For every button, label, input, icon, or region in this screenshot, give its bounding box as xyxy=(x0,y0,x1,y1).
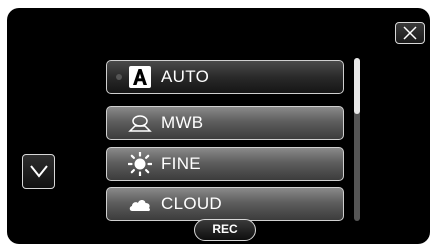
close-icon xyxy=(403,26,417,40)
scroll-thumb[interactable] xyxy=(354,58,360,114)
menu-item-auto[interactable]: AUTO xyxy=(106,60,344,94)
selected-indicator xyxy=(116,74,122,80)
menu-item-label: CLOUD xyxy=(161,194,223,213)
chevron-down-icon xyxy=(30,165,48,178)
auto-a-icon xyxy=(129,66,151,88)
menu-scrollbar[interactable] xyxy=(354,58,360,221)
menu-item-mwb[interactable]: MWB xyxy=(106,106,344,140)
menu-item-label: FINE xyxy=(161,154,201,173)
rec-button[interactable]: REC xyxy=(194,219,256,241)
menu-item-fine[interactable]: FINE xyxy=(106,147,344,181)
close-button[interactable] xyxy=(395,22,425,44)
cloud-icon xyxy=(129,200,150,212)
menu-item-label: AUTO xyxy=(161,67,210,86)
manual-white-balance-icon xyxy=(128,115,152,132)
menu-item-label: MWB xyxy=(161,113,204,132)
sun-icon xyxy=(128,152,152,176)
menu-item-cloud[interactable]: CLOUD xyxy=(106,187,344,221)
white-balance-menu-screen: AUTO MWB FINE CLOUD REC xyxy=(7,8,430,244)
scroll-down-button[interactable] xyxy=(22,154,55,189)
